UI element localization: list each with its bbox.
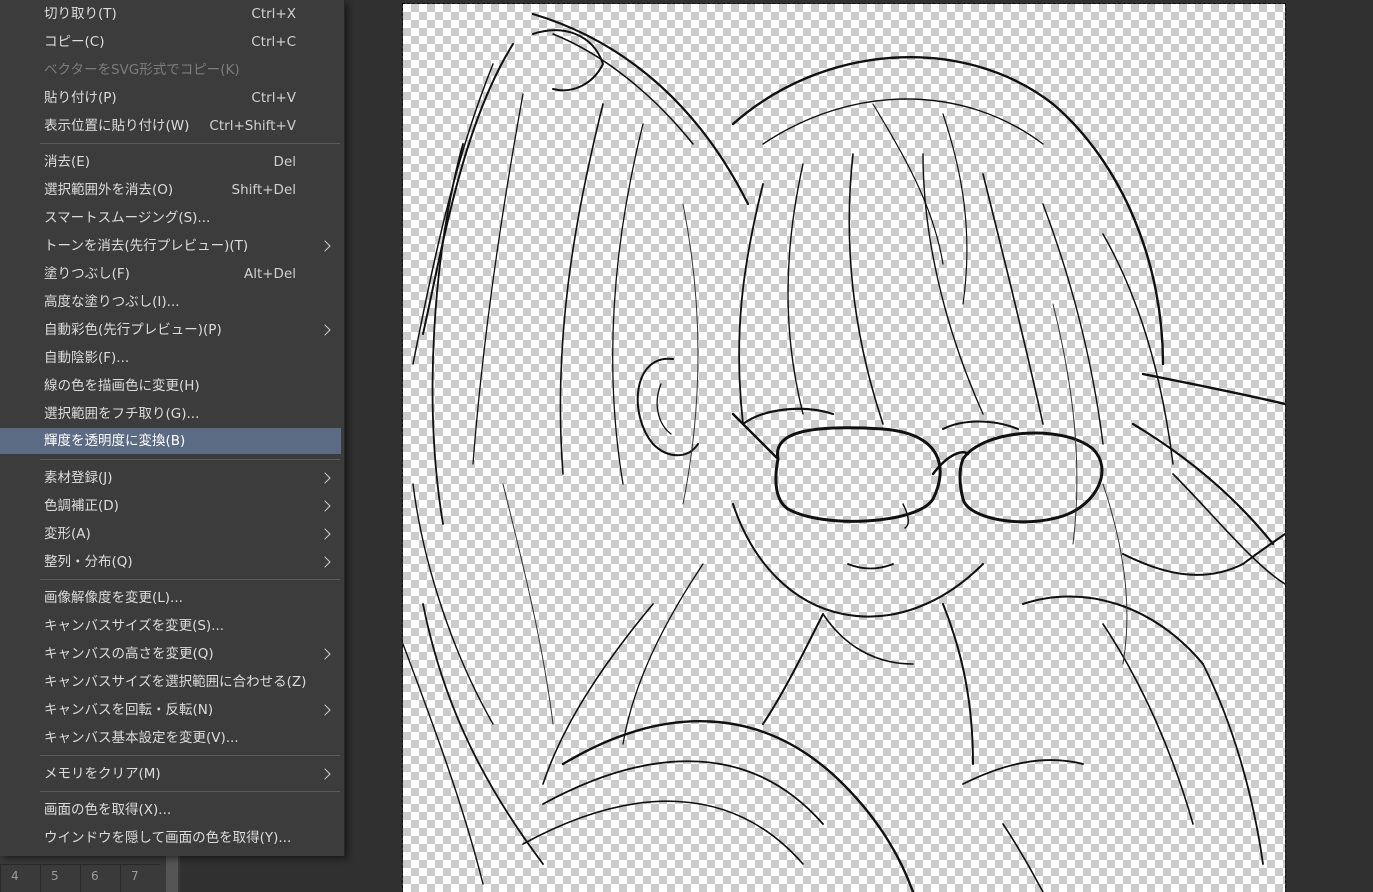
submenu-arrow-icon — [319, 704, 331, 716]
submenu-arrow-icon — [319, 768, 331, 780]
submenu-arrow-icon — [319, 500, 331, 512]
menu-item-fill[interactable]: 塗りつぶし(F) Alt+Del — [0, 261, 341, 287]
menu-item-label: キャンバスの高さを変更(Q) — [44, 646, 214, 662]
menu-item-label: キャンバスを回転・反転(N) — [44, 702, 214, 718]
menu-item-label: 自動彩色(先行プレビュー)(P) — [44, 322, 222, 338]
menu-item-tonal-correction[interactable]: 色調補正(D) — [0, 493, 341, 519]
menu-item-change-canvas-size[interactable]: キャンバスサイズを変更(S)... — [0, 613, 341, 639]
palette-cell[interactable]: 5 — [40, 864, 80, 892]
menu-item-label: 輝度を透明度に変換(B) — [44, 433, 186, 449]
palette-cell[interactable]: 6 — [80, 864, 120, 892]
menu-item-label: キャンバス基本設定を変更(V)... — [44, 730, 239, 746]
palette-scrollbar[interactable] — [166, 856, 178, 892]
submenu-arrow-icon — [319, 556, 331, 568]
submenu-arrow-icon — [319, 472, 331, 484]
menu-item-align-distribute[interactable]: 整列・分布(Q) — [0, 549, 341, 575]
edit-menu: 切り取り(T) Ctrl+X コピー(C) Ctrl+C ベクターをSVG形式で… — [0, 0, 345, 856]
menu-item-label: 切り取り(T) — [44, 6, 117, 22]
menu-item-shortcut: Ctrl+X — [251, 6, 296, 22]
menu-item-label: 整列・分布(Q) — [44, 554, 133, 570]
menu-item-change-image-resolution[interactable]: 画像解像度を変更(L)... — [0, 585, 341, 611]
menu-item-label: 色調補正(D) — [44, 498, 119, 514]
menu-item-label: メモリをクリア(M) — [44, 766, 161, 782]
menu-item-transform[interactable]: 変形(A) — [0, 521, 341, 547]
menu-item-label: 変形(A) — [44, 526, 91, 542]
menu-item-label: 消去(E) — [44, 154, 91, 170]
menu-item-canvas-basic-settings[interactable]: キャンバス基本設定を変更(V)... — [0, 725, 341, 751]
menu-item-label: 塗りつぶし(F) — [44, 266, 130, 282]
menu-item-label: ウインドウを隠して画面の色を取得(Y)... — [44, 830, 292, 846]
menu-separator — [40, 459, 340, 460]
menu-item-advanced-fill[interactable]: 高度な塗りつぶし(I)... — [0, 289, 341, 315]
menu-item-auto-shading[interactable]: 自動陰影(F)... — [0, 345, 341, 371]
menu-item-smart-smoothing[interactable]: スマートスムージング(S)... — [0, 205, 341, 231]
menu-item-auto-coloring[interactable]: 自動彩色(先行プレビュー)(P) — [0, 317, 341, 343]
menu-item-label: 画像解像度を変更(L)... — [44, 590, 183, 606]
menu-item-label: 選択範囲外を消去(O) — [44, 182, 174, 198]
menu-item-copy[interactable]: コピー(C) Ctrl+C — [0, 29, 341, 55]
submenu-arrow-icon — [319, 648, 331, 660]
color-set-palette: 4 5 6 7 — [0, 856, 180, 892]
menu-item-obtain-screen-color[interactable]: 画面の色を取得(X)... — [0, 797, 341, 823]
menu-item-luminance-to-transparency[interactable]: 輝度を透明度に変換(B) — [0, 428, 341, 454]
menu-item-label: キャンバスサイズを変更(S)... — [44, 618, 225, 634]
submenu-arrow-icon — [319, 324, 331, 336]
menu-item-label: 画面の色を取得(X)... — [44, 802, 172, 818]
submenu-arrow-icon — [319, 240, 331, 252]
menu-item-label: 素材登録(J) — [44, 470, 113, 486]
menu-item-clear-memory[interactable]: メモリをクリア(M) — [0, 761, 341, 787]
menu-item-label: 貼り付け(P) — [44, 90, 117, 106]
menu-item-register-material[interactable]: 素材登録(J) — [0, 465, 341, 491]
drawing-canvas[interactable] — [402, 3, 1286, 892]
menu-separator — [40, 755, 340, 756]
menu-item-shortcut: Alt+Del — [243, 266, 296, 282]
menu-item-label: 表示位置に貼り付け(W) — [44, 118, 190, 134]
menu-item-label: コピー(C) — [44, 34, 105, 50]
menu-item-border-selection[interactable]: 選択範囲をフチ取り(G)... — [0, 401, 341, 427]
menu-item-hide-window-obtain-color[interactable]: ウインドウを隠して画面の色を取得(Y)... — [0, 825, 341, 851]
menu-item-shortcut: Del — [273, 154, 296, 170]
menu-item-label: 線の色を描画色に変更(H) — [44, 378, 200, 394]
palette-cell[interactable]: 7 — [120, 864, 160, 892]
menu-item-label: 選択範囲をフチ取り(G)... — [44, 406, 200, 422]
menu-item-copy-vector-svg: ベクターをSVG形式でコピー(K) — [0, 57, 341, 83]
menu-separator — [40, 579, 340, 580]
menu-item-label: ベクターをSVG形式でコピー(K) — [44, 62, 240, 78]
menu-item-shortcut: Ctrl+V — [251, 90, 296, 106]
menu-item-label: 自動陰影(F)... — [44, 350, 130, 366]
menu-item-cut[interactable]: 切り取り(T) Ctrl+X — [0, 1, 341, 27]
menu-separator — [40, 143, 340, 144]
menu-item-change-line-color[interactable]: 線の色を描画色に変更(H) — [0, 373, 341, 399]
menu-item-label: 高度な塗りつぶし(I)... — [44, 294, 180, 310]
menu-item-remove-tone[interactable]: トーンを消去(先行プレビュー)(T) — [0, 233, 341, 259]
menu-item-shortcut: Shift+Del — [231, 182, 296, 198]
menu-item-label: トーンを消去(先行プレビュー)(T) — [44, 238, 249, 254]
menu-item-label: スマートスムージング(S)... — [44, 210, 211, 226]
menu-item-shortcut: Ctrl+Shift+V — [209, 118, 296, 134]
line-art-drawing — [403, 12, 1285, 892]
menu-separator — [40, 791, 340, 792]
submenu-arrow-icon — [319, 528, 331, 540]
menu-item-fit-canvas-to-selection[interactable]: キャンバスサイズを選択範囲に合わせる(Z) — [0, 669, 341, 695]
menu-item-label: キャンバスサイズを選択範囲に合わせる(Z) — [44, 674, 307, 690]
menu-item-clear[interactable]: 消去(E) Del — [0, 149, 341, 175]
menu-item-shortcut: Ctrl+C — [251, 34, 296, 50]
menu-item-paste[interactable]: 貼り付け(P) Ctrl+V — [0, 85, 341, 111]
menu-item-change-canvas-height[interactable]: キャンバスの高さを変更(Q) — [0, 641, 341, 667]
menu-item-clear-outside-selection[interactable]: 選択範囲外を消去(O) Shift+Del — [0, 177, 341, 203]
menu-item-rotate-flip-canvas[interactable]: キャンバスを回転・反転(N) — [0, 697, 341, 723]
menu-item-paste-in-place[interactable]: 表示位置に貼り付け(W) Ctrl+Shift+V — [0, 113, 341, 139]
palette-cell[interactable]: 4 — [0, 864, 40, 892]
